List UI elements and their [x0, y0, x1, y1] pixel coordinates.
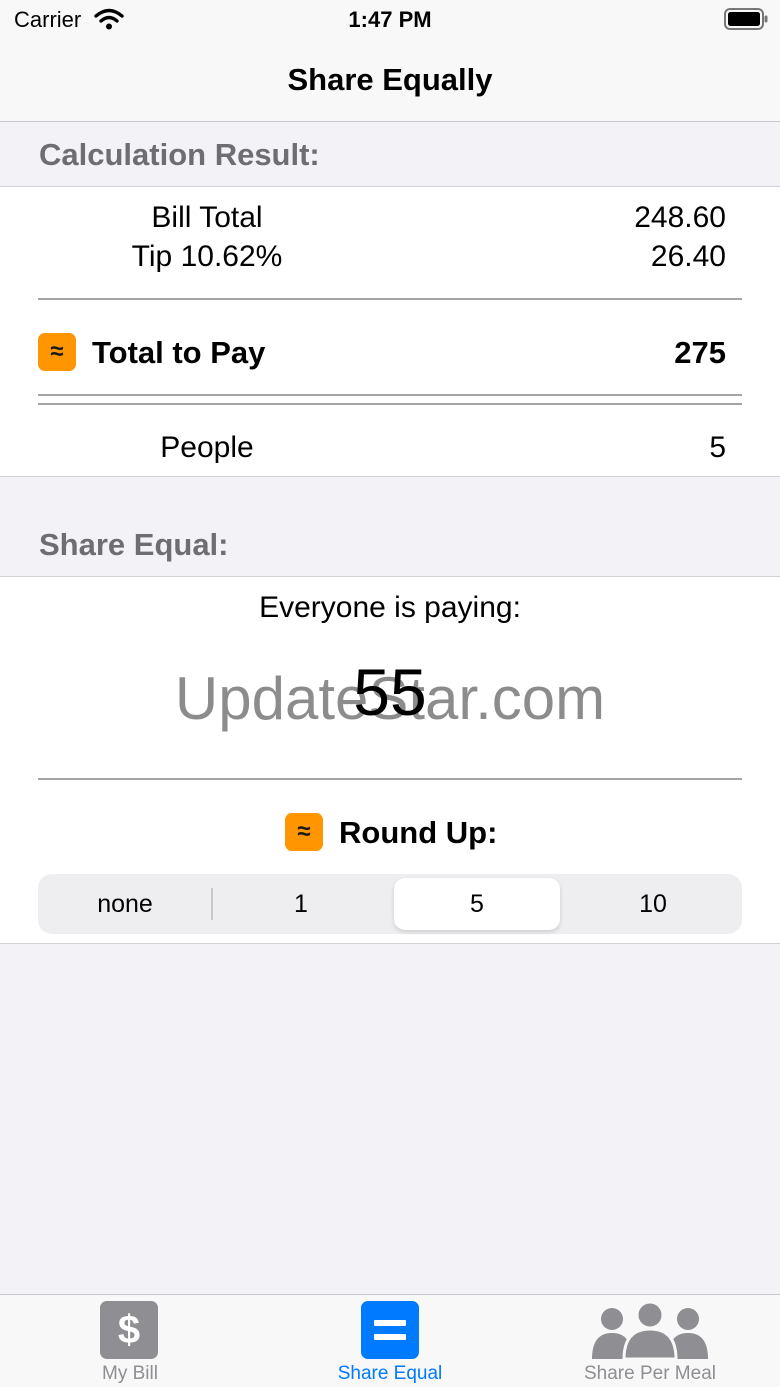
dollar-icon: $: [100, 1301, 158, 1359]
tab-share-per-meal[interactable]: Share Per Meal: [520, 1295, 780, 1387]
equals-icon: [361, 1301, 419, 1359]
segment-separator: [211, 888, 213, 920]
total-to-pay-label: Total to Pay: [92, 335, 266, 370]
segment-1[interactable]: 1: [218, 878, 384, 930]
status-time: 1:47 PM: [348, 7, 432, 32]
navigation-bar: Share Equally: [0, 40, 780, 122]
tip-label: Tip 10.62%: [131, 240, 283, 273]
segment-none[interactable]: none: [42, 878, 208, 930]
tip-value: 26.40: [650, 240, 726, 273]
segment-5[interactable]: 5: [394, 878, 560, 930]
tab-label: Share Equal: [337, 1363, 443, 1384]
people-label: People: [160, 431, 254, 464]
people-icon: [592, 1301, 708, 1361]
round-up-label: Round Up:: [339, 815, 498, 850]
approx-icon: ≈: [38, 333, 76, 371]
share-amount: 55: [353, 655, 427, 729]
status-bar: Carrier 1:47 PM: [0, 0, 780, 40]
round-up-segmented-control[interactable]: none 1 5 10: [38, 874, 742, 934]
battery-icon: [724, 8, 768, 30]
tab-my-bill[interactable]: $ My Bill: [0, 1295, 260, 1387]
tab-bar: $ My Bill Share Equal Share Per Meal: [0, 1294, 780, 1387]
bill-total-label: Bill Total: [151, 201, 263, 234]
share-equal-header: Share Equal:: [39, 527, 229, 562]
divider: [38, 778, 742, 780]
calculation-result-header: Calculation Result:: [39, 137, 320, 172]
tab-label: My Bill: [102, 1363, 158, 1384]
everyone-paying-label: Everyone is paying:: [259, 591, 521, 624]
approx-icon: ≈: [285, 813, 323, 851]
tab-share-equal[interactable]: Share Equal: [260, 1295, 520, 1387]
tab-label: Share Per Meal: [583, 1363, 716, 1384]
segment-10[interactable]: 10: [570, 878, 736, 930]
divider: [38, 298, 742, 300]
divider: [38, 403, 742, 405]
total-to-pay-value: 275: [674, 335, 726, 370]
people-value: 5: [709, 431, 726, 464]
page-title: Share Equally: [287, 62, 493, 97]
divider: [38, 394, 742, 396]
calculation-result-card: Bill Total 248.60 Tip 10.62% 26.40 ≈ Tot…: [0, 186, 780, 477]
bill-total-value: 248.60: [634, 201, 726, 234]
